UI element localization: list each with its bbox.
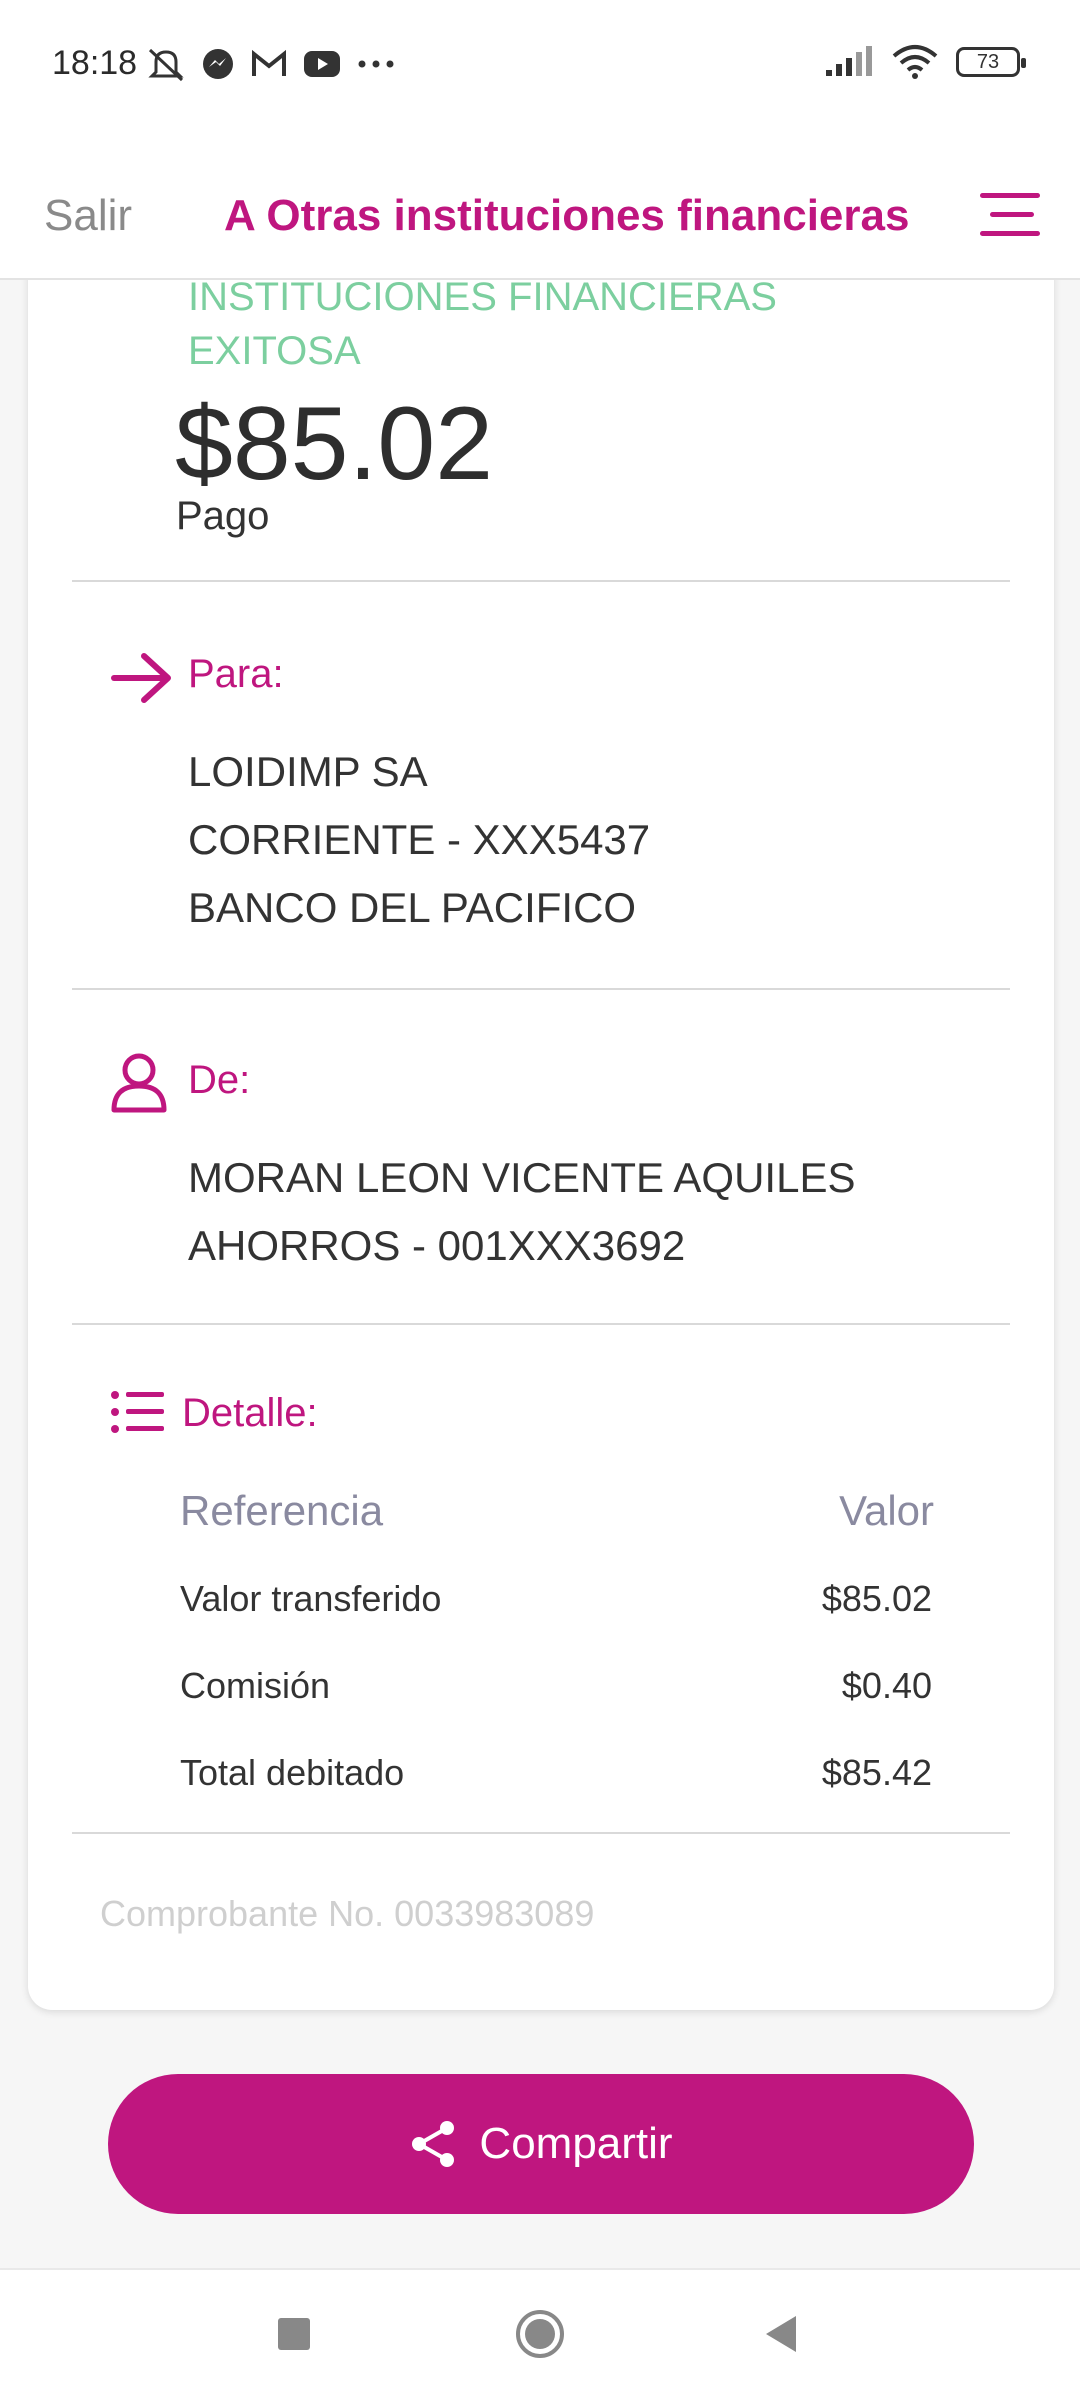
status-icons-left [146, 46, 396, 82]
battery-icon: 73 [956, 47, 1026, 77]
payment-amount: $85.02 [175, 386, 494, 502]
divider [72, 988, 1010, 990]
from-account: AHORROS - 001XXX3692 [188, 1222, 686, 1269]
detail-section-title: Detalle: [182, 1391, 318, 1435]
back-icon[interactable] [762, 2314, 800, 2354]
detail-row-label: Total debitado [180, 1752, 405, 1793]
detail-row-label: Valor transferido [180, 1578, 442, 1619]
to-account: CORRIENTE - XXX5437 [188, 816, 651, 863]
transfer-status: INSTITUCIONES FINANCIERAS EXITOSA [188, 270, 777, 378]
to-bank: BANCO DEL PACIFICO [188, 884, 637, 931]
mute-icon [148, 48, 184, 82]
signal-icon [826, 46, 872, 76]
detail-col-reference: Referencia [180, 1487, 384, 1534]
divider [72, 1832, 1010, 1834]
home-icon[interactable] [514, 2308, 566, 2360]
detail-row-value: $85.02 [821, 1578, 932, 1619]
detail-col-value: Valor [839, 1487, 934, 1534]
status-line-2: EXITOSA [188, 329, 361, 373]
detail-row-label: Comisión [180, 1665, 331, 1706]
detail-row-value: $0.40 [841, 1665, 932, 1706]
from-name: MORAN LEON VICENTE AQUILES [188, 1154, 856, 1201]
payment-amount-label: Pago [176, 494, 270, 538]
to-section-title: Para: [188, 652, 284, 696]
share-button[interactable]: Compartir [108, 2074, 974, 2214]
share-icon [412, 2121, 455, 2167]
divider [72, 580, 1010, 582]
recent-apps-icon[interactable] [276, 2316, 312, 2352]
detail-row-value: $85.42 [821, 1752, 932, 1793]
arrow-right-icon [111, 653, 171, 703]
more-icon [358, 60, 394, 68]
messenger-icon [203, 49, 233, 79]
page-title: A Otras instituciones financieras [224, 191, 910, 240]
list-icon [111, 1391, 164, 1433]
hamburger-menu-icon[interactable] [980, 193, 1040, 237]
status-time: 18:18 [52, 44, 138, 82]
system-nav-bar [0, 2268, 1080, 2400]
wifi-icon [892, 45, 938, 79]
voucher-number: Comprobante No. 0033983089 [100, 1893, 595, 1934]
to-name: LOIDIMP SA [188, 748, 428, 795]
exit-button[interactable]: Salir [44, 191, 132, 241]
app-header: Salir A Otras instituciones financieras [0, 135, 1080, 280]
user-icon [111, 1053, 167, 1113]
status-icons-right: 73 [824, 44, 1026, 80]
youtube-icon [304, 51, 340, 77]
gmail-icon [252, 49, 286, 76]
divider [72, 1323, 1010, 1325]
from-section-title: De: [188, 1058, 251, 1102]
share-button-label: Compartir [479, 2119, 673, 2168]
status-bar: 18:18 73 [0, 0, 1080, 135]
